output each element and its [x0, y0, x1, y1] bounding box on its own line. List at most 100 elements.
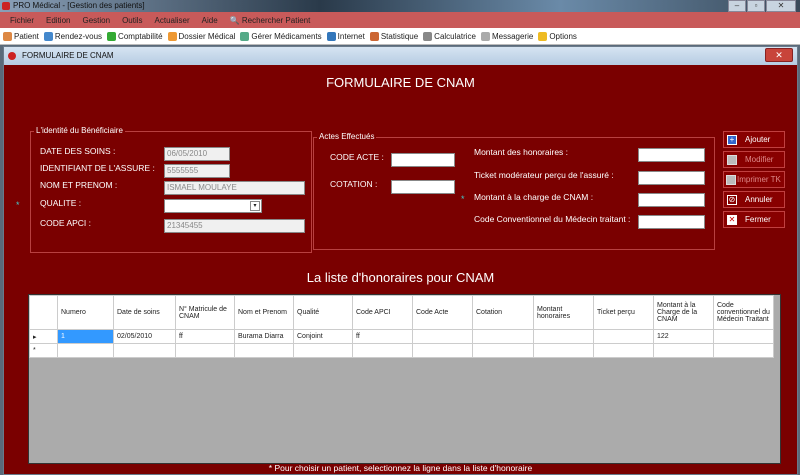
- toolbar-calculatrice[interactable]: Calculatrice: [423, 31, 476, 41]
- row-selector[interactable]: ▸: [29, 329, 58, 344]
- toolbar-internet[interactable]: Internet: [326, 31, 365, 41]
- toolbar-label: Dossier Médical: [178, 31, 236, 41]
- menu-aide[interactable]: Aide: [202, 16, 218, 25]
- apci-label: CODE APCI :: [40, 218, 92, 228]
- toolbar-icon: [538, 31, 548, 41]
- table-cell[interactable]: [472, 343, 534, 358]
- toolbar-icon: [167, 31, 177, 41]
- table-cell[interactable]: [234, 343, 294, 358]
- table-cell[interactable]: [533, 329, 594, 344]
- charge-cnam-field[interactable]: [638, 193, 705, 207]
- new-row[interactable]: *: [29, 343, 774, 358]
- apci-field[interactable]: 21345455: [164, 219, 305, 233]
- close-icon: ✕: [727, 214, 737, 225]
- minimize-button[interactable]: –: [728, 0, 746, 12]
- conv-code-label: Code Conventionnel du Médecin traitant :: [474, 214, 631, 224]
- table-cell[interactable]: 1: [57, 329, 114, 344]
- table-cell[interactable]: [593, 343, 654, 358]
- menu-bar: Fichier Edition Gestion Outils Actualise…: [0, 12, 800, 28]
- table-cell[interactable]: [593, 329, 654, 344]
- toolbar-messagerie[interactable]: Messagerie: [480, 31, 534, 41]
- add-button[interactable]: + Ajouter: [723, 131, 785, 148]
- menu-fichier[interactable]: Fichier: [10, 16, 34, 25]
- toolbar-comptabilit-[interactable]: Comptabilité: [107, 31, 163, 41]
- table-cell[interactable]: [293, 343, 353, 358]
- insured-id-field[interactable]: 5555555: [164, 164, 230, 178]
- table-cell[interactable]: [113, 343, 176, 358]
- table-cell[interactable]: [412, 329, 473, 344]
- table-cell[interactable]: [352, 343, 413, 358]
- column-header[interactable]: Code Acte: [412, 295, 473, 330]
- toolbar-icon: [326, 31, 336, 41]
- toolbar-label: Gérer Médicaments: [251, 31, 322, 41]
- table-cell[interactable]: [713, 343, 774, 358]
- table-cell[interactable]: [653, 343, 714, 358]
- cancel-button[interactable]: ⊘ Annuler: [723, 191, 785, 208]
- close-button[interactable]: ✕ Fermer: [723, 211, 785, 228]
- maximize-button[interactable]: ▫: [747, 0, 765, 12]
- column-header[interactable]: Code APCI: [352, 295, 413, 330]
- column-header[interactable]: N° Matricule de CNAM: [175, 295, 235, 330]
- toolbar-statistique[interactable]: Statistique: [369, 31, 418, 41]
- table-cell[interactable]: [472, 329, 534, 344]
- cotation-field[interactable]: [391, 180, 455, 194]
- column-header[interactable]: Date de soins: [113, 295, 176, 330]
- menu-gestion[interactable]: Gestion: [82, 16, 110, 25]
- toolbar-label: Comptabilité: [118, 31, 163, 41]
- code-acte-label: CODE ACTE :: [330, 152, 384, 162]
- column-header[interactable]: Ticket perçu: [593, 295, 654, 330]
- montant-field[interactable]: [638, 148, 705, 162]
- close-child-button[interactable]: ✕: [765, 48, 793, 62]
- conv-code-field[interactable]: [638, 215, 705, 229]
- plus-icon: +: [727, 134, 737, 145]
- code-acte-field[interactable]: [391, 153, 455, 167]
- name-field[interactable]: ISMAEL MOULAYE: [164, 181, 305, 195]
- ticket-field[interactable]: [638, 171, 705, 185]
- close-app-button[interactable]: ✕: [766, 0, 796, 12]
- table-row[interactable]: ▸ 1 02/05/2010 ff Burama Diarra Conjoint ff 122: [29, 329, 774, 344]
- table-cell[interactable]: Burama Diarra: [234, 329, 294, 344]
- table-cell[interactable]: ff: [352, 329, 413, 344]
- menu-actualiser[interactable]: Actualiser: [155, 16, 190, 25]
- table-cell[interactable]: 02/05/2010: [113, 329, 176, 344]
- table-cell[interactable]: Conjoint: [293, 329, 353, 344]
- toolbar-rendez-vous[interactable]: Rendez-vous: [43, 31, 103, 41]
- form-heading: FORMULAIRE DE CNAM: [326, 75, 475, 90]
- toolbar-patient[interactable]: Patient: [3, 31, 39, 41]
- cancel-icon: ⊘: [727, 194, 737, 205]
- table-cell[interactable]: 122: [653, 329, 714, 344]
- toolbar: Patient Rendez-vous Comptabilité Dossier Mé…: [0, 28, 800, 45]
- toolbar-options[interactable]: Options: [538, 31, 577, 41]
- column-header[interactable]: Cotation: [472, 295, 534, 330]
- date-field[interactable]: 06/05/2010: [164, 147, 230, 161]
- menu-edition[interactable]: Edition: [46, 16, 70, 25]
- honoraires-table: Numero Date de soins N° Matricule de CNAM N…: [29, 295, 774, 358]
- table-cell[interactable]: [412, 343, 473, 358]
- table-cell[interactable]: [175, 343, 235, 358]
- name-label: NOM ET PRENOM :: [40, 180, 118, 190]
- menu-rechercher-patient[interactable]: 🔍 Rechercher Patient: [230, 16, 311, 25]
- toolbar-label: Messagerie: [491, 31, 534, 41]
- column-header[interactable]: Code conventionnel du Médecin Traitant: [713, 295, 774, 330]
- column-header[interactable]: Numero: [57, 295, 114, 330]
- edit-label: Modifier: [745, 155, 774, 164]
- edit-button[interactable]: Modifier: [723, 151, 785, 168]
- toolbar-label: Rendez-vous: [54, 31, 103, 41]
- table-cell[interactable]: [57, 343, 114, 358]
- table-cell[interactable]: [713, 329, 774, 344]
- toolbar-dossier-m-dical[interactable]: Dossier Médical: [167, 31, 236, 41]
- table-cell[interactable]: ff: [175, 329, 235, 344]
- print-button[interactable]: Imprimer TK: [723, 171, 785, 188]
- table-cell[interactable]: [533, 343, 594, 358]
- required-mark: *: [16, 200, 20, 210]
- column-header[interactable]: Montant à la Charge de la CNAM: [653, 295, 714, 330]
- insured-id-label: IDENTIFIANT DE L'ASSURE :: [40, 163, 155, 173]
- menu-outils[interactable]: Outils: [122, 16, 142, 25]
- column-header[interactable]: Nom et Prenom: [234, 295, 294, 330]
- date-label: DATE DES SOINS :: [40, 146, 116, 156]
- column-header[interactable]: Montant honoraires: [533, 295, 594, 330]
- column-header[interactable]: Qualité: [293, 295, 353, 330]
- qualite-select[interactable]: ▾: [164, 199, 262, 213]
- honoraires-grid[interactable]: Numero Date de soins N° Matricule de CNAM N…: [28, 294, 781, 464]
- toolbar-g-rer-m-dicaments[interactable]: Gérer Médicaments: [240, 31, 322, 41]
